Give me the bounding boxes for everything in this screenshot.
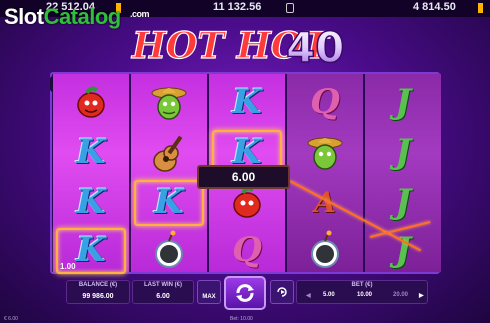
symbol-bomb: [134, 226, 204, 274]
symbol-q: Q: [232, 230, 262, 270]
symbol-cactus: [134, 78, 204, 126]
symbol-j: J: [394, 182, 412, 222]
symbol-k: K: [232, 82, 262, 122]
symbol-bomb: [290, 226, 360, 274]
last-win-value: 6.00: [156, 293, 170, 300]
chili-icon: [77, 86, 105, 118]
spin-button[interactable]: [224, 276, 266, 310]
footer-bet: Bet: 10.00: [230, 316, 253, 322]
max-bet-button[interactable]: MAX: [197, 280, 221, 304]
jackpot-coin-icon-2: [478, 3, 483, 13]
line-win-amount: 1.00: [60, 262, 76, 271]
cactus-icon: [151, 87, 187, 120]
bet-increase-button[interactable]: ▶: [419, 292, 424, 299]
symbol-k: K: [76, 132, 106, 172]
bet-option-1[interactable]: 5.00: [323, 292, 335, 298]
guitar-icon: [153, 135, 183, 172]
jackpot-slot-icon: [286, 3, 294, 13]
bomb-icon: [311, 230, 339, 268]
bet-option-3[interactable]: 20.00: [393, 292, 408, 298]
bomb-icon: [155, 230, 183, 268]
symbol-q: Q: [310, 82, 340, 122]
spin-icon: [236, 284, 254, 302]
last-win-label: LAST WIN (€): [144, 282, 182, 288]
jackpot-value-3: 4 814.50: [413, 1, 456, 13]
symbol-cactus: [290, 128, 360, 176]
game-logo: HOT HOT 40: [130, 22, 345, 68]
cactus-icon: [307, 137, 343, 170]
win-highlight-2: [134, 180, 204, 226]
last-win-display: LAST WIN (€) 6.00: [132, 280, 194, 304]
autoplay-button[interactable]: [270, 280, 294, 304]
symbol-guitar: [134, 128, 204, 176]
symbol-k: K: [76, 182, 106, 222]
symbol-j: J: [394, 132, 412, 172]
balance-label: BALANCE (€): [78, 282, 118, 288]
jackpot-value-2: 11 132.56: [213, 1, 262, 13]
slotcatalog-watermark: SlotCatalog .com: [4, 4, 150, 29]
max-bet-label: MAX: [202, 294, 216, 300]
symbol-chili: [56, 78, 126, 126]
svg-text:40: 40: [286, 23, 344, 68]
balance-value: 99 986.00: [82, 293, 114, 300]
autoplay-icon: [277, 287, 287, 297]
win-amount-popup: 6.00: [197, 165, 290, 189]
bet-label: BET (€): [351, 282, 373, 288]
balance-display: BALANCE (€) 99 986.00: [66, 280, 130, 304]
symbol-j: J: [394, 82, 412, 122]
bet-decrease-button[interactable]: ◀: [306, 292, 311, 299]
footer-win: € 6.00: [4, 316, 18, 322]
bet-option-2[interactable]: 10.00: [357, 292, 372, 298]
